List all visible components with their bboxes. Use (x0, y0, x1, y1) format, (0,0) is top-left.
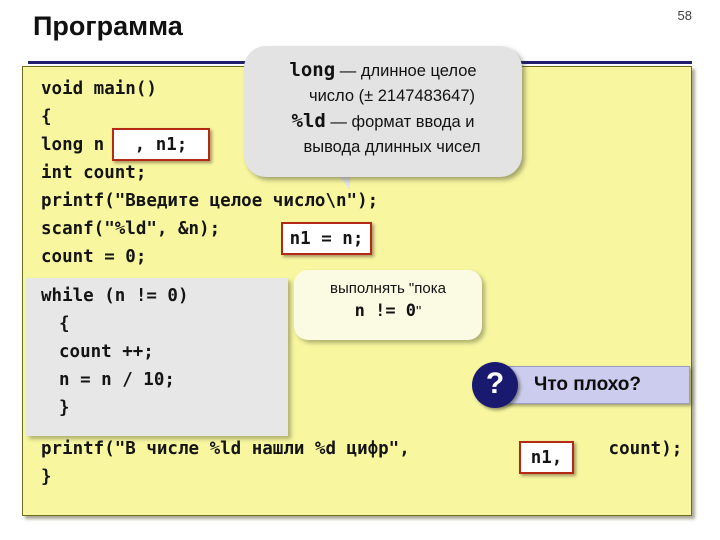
question-mark-icon: ? (472, 362, 518, 408)
code-line: } (59, 398, 70, 418)
callout-line: n != 0" (294, 300, 482, 323)
code-line-tail: count); (598, 439, 683, 459)
callout-line: число (± 2147483647) (308, 87, 476, 105)
highlight-box-declaration: , n1; (112, 128, 210, 161)
code-line: printf("Введите целое число\n"); (41, 191, 379, 211)
code-line: n = n / 10; (59, 370, 175, 390)
callout-long-type: long — длинное целое число (± 2147483647… (244, 46, 522, 177)
question-badge-label: Что плохо? (534, 374, 642, 395)
question-badge: Что плохо? ? (472, 362, 690, 408)
callout-keyword-long: long (289, 59, 336, 81)
code-line: count ++; (59, 342, 154, 362)
question-mark-glyph: ? (485, 367, 505, 400)
code-line: count = 0; (41, 247, 147, 267)
code-line: while (n != 0) (41, 286, 189, 306)
callout-line: выполнять "пока (330, 280, 446, 297)
highlight-box-argument: n1, (519, 441, 574, 474)
code-line: } (41, 467, 52, 487)
slide-number: 58 (677, 8, 692, 23)
code-line: { (41, 107, 52, 127)
while-loop-block: while (n != 0) { count ++; n = n / 10; } (26, 278, 288, 436)
code-line: scanf("%ld", &n); (41, 219, 221, 239)
code-line: int count; (41, 163, 147, 183)
callout-line: вывода длинных чисел (303, 138, 481, 156)
callout-line: %ld — формат ввода и (258, 109, 508, 135)
code-line: printf("В числе %ld нашли %d цифр", (41, 439, 410, 459)
code-line: { (59, 314, 70, 334)
slide: 58 Программа void main() { long n int co… (0, 0, 720, 540)
callout-keyword-ld: %ld (291, 110, 326, 132)
callout-text: — формат ввода и (325, 113, 475, 131)
callout-text: — длинное целое (335, 62, 477, 80)
callout-line: long — длинное целое (258, 58, 508, 84)
callout-text: " (416, 303, 422, 320)
code-line: long n (41, 135, 105, 155)
page-title: Программа (33, 11, 183, 41)
highlight-box-assignment: n1 = n; (281, 222, 372, 255)
code-line: void main() (41, 79, 157, 99)
callout-condition: n != 0 (354, 301, 417, 321)
callout-while-condition: выполнять "пока n != 0" (294, 270, 482, 340)
